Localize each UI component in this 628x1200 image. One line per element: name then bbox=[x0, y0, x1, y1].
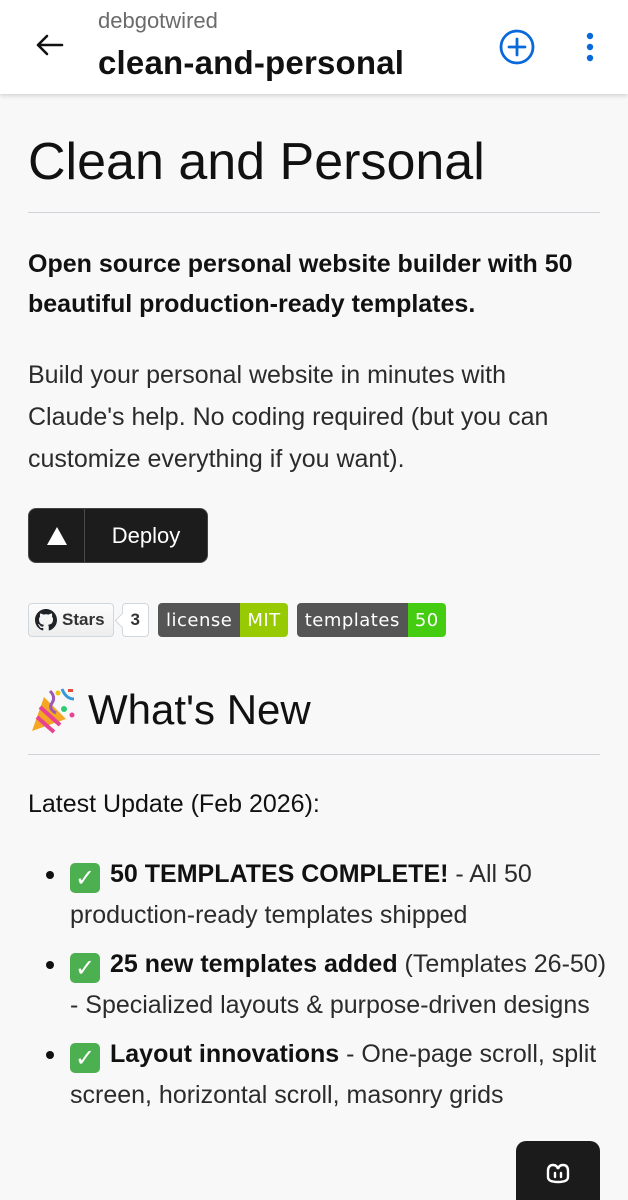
title-divider bbox=[28, 212, 600, 213]
app-bar: debgotwired clean-and-personal bbox=[0, 0, 628, 94]
license-badge-value: MIT bbox=[240, 603, 288, 637]
update-title: Layout innovations bbox=[110, 1040, 340, 1068]
triangle-icon bbox=[46, 526, 67, 545]
check-mark-button-icon: ✓ bbox=[70, 863, 100, 893]
party-popper-icon bbox=[28, 685, 76, 735]
whats-new-text: What's New bbox=[88, 686, 311, 733]
list-item: ✓ Layout innovations - One-page scroll, s… bbox=[46, 1034, 610, 1116]
copilot-button[interactable] bbox=[516, 1141, 600, 1200]
add-button[interactable] bbox=[496, 26, 538, 68]
arrow-left-icon bbox=[36, 34, 64, 56]
plus-circle-icon bbox=[499, 29, 535, 65]
repo-owner[interactable]: debgotwired bbox=[98, 8, 218, 34]
update-title: 50 TEMPLATES COMPLETE! bbox=[110, 860, 449, 888]
updates-list: ✓ 50 TEMPLATES COMPLETE! - All 50 product… bbox=[46, 854, 610, 1124]
whats-new-heading: What's New bbox=[28, 680, 311, 740]
back-button[interactable] bbox=[26, 22, 72, 68]
readme-title: Clean and Personal bbox=[28, 133, 485, 191]
check-mark-button-icon: ✓ bbox=[70, 1043, 100, 1073]
latest-update-label: Latest Update (Feb 2026): bbox=[28, 790, 320, 818]
check-mark-button-icon: ✓ bbox=[70, 953, 100, 983]
deploy-button[interactable]: Deploy bbox=[28, 508, 208, 563]
readme-intro: Build your personal website in minutes w… bbox=[28, 361, 549, 473]
stars-count[interactable]: 3 bbox=[121, 603, 149, 637]
templates-badge-value: 50 bbox=[407, 603, 446, 637]
repo-name: clean-and-personal bbox=[98, 44, 405, 81]
update-title: 25 new templates added bbox=[110, 950, 398, 978]
copilot-icon bbox=[546, 1163, 570, 1184]
license-badge-label: license bbox=[158, 603, 241, 637]
list-item: ✓ 50 TEMPLATES COMPLETE! - All 50 product… bbox=[46, 854, 610, 936]
whats-new-divider bbox=[28, 754, 600, 755]
badge-row: Stars 3 license MIT templates 50 bbox=[28, 602, 446, 638]
templates-badge-label: templates bbox=[296, 603, 408, 637]
templates-badge[interactable]: templates 50 bbox=[296, 603, 446, 637]
more-options-button[interactable] bbox=[572, 26, 608, 68]
stars-label: Stars bbox=[62, 610, 105, 629]
list-item: ✓ 25 new templates added (Templates 26-50… bbox=[46, 944, 610, 1026]
readme-tagline: Open source personal website builder wit… bbox=[28, 250, 573, 318]
license-badge[interactable]: license MIT bbox=[158, 603, 288, 637]
deploy-label: Deploy bbox=[111, 522, 181, 548]
github-stars-badge[interactable]: Stars bbox=[28, 603, 114, 637]
kebab-menu-icon bbox=[586, 32, 594, 62]
github-icon bbox=[35, 609, 57, 631]
